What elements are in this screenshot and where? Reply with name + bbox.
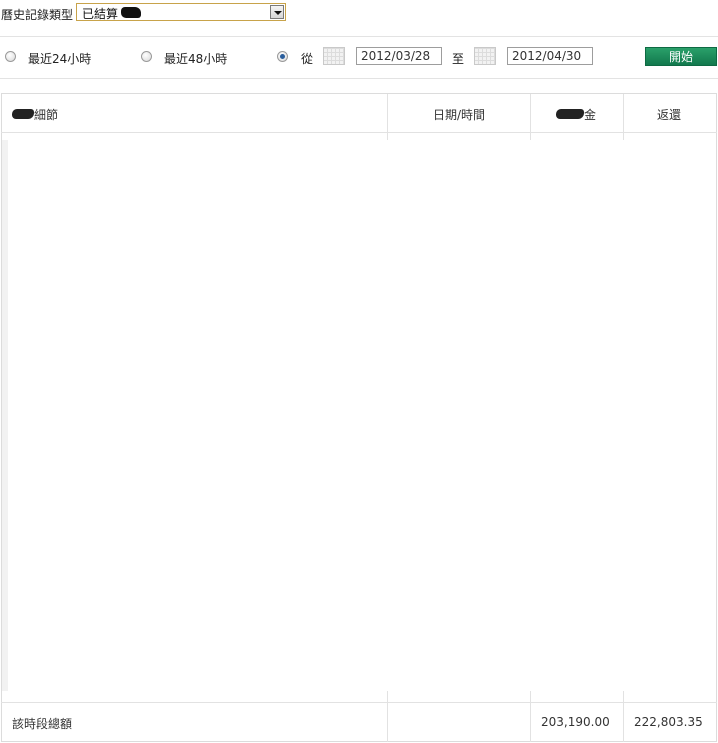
calendar-icon[interactable] bbox=[474, 47, 496, 65]
last-48h-label: 最近48小時 bbox=[164, 52, 228, 66]
history-type-label: 曆史記錄類型 bbox=[1, 8, 74, 22]
footer-total-amount: 203,190.00 bbox=[541, 715, 610, 729]
footer-total-returned: 222,803.35 bbox=[634, 715, 703, 729]
to-label: 至 bbox=[452, 52, 465, 66]
divider bbox=[0, 78, 718, 79]
history-type-selected-value: 已結算 bbox=[82, 7, 119, 21]
column-divider bbox=[387, 94, 388, 140]
last-24h-label: 最近24小時 bbox=[28, 52, 92, 66]
redaction-mark bbox=[556, 109, 584, 119]
from-label: 從 bbox=[301, 52, 314, 66]
redaction-mark bbox=[121, 7, 141, 18]
redaction-mark bbox=[12, 109, 34, 119]
history-type-select[interactable]: 已結算 bbox=[76, 3, 286, 21]
column-divider bbox=[530, 691, 531, 742]
radio-last-24h[interactable] bbox=[5, 51, 16, 62]
start-date-field[interactable]: 2012/03/28 bbox=[356, 47, 442, 65]
column-divider bbox=[530, 94, 531, 140]
footer-total-label: 該時段總額 bbox=[12, 717, 73, 731]
column-divider bbox=[623, 691, 624, 742]
column-header-detail: 細節 bbox=[34, 108, 59, 122]
table-body bbox=[8, 140, 710, 691]
column-divider bbox=[387, 691, 388, 742]
end-date-field[interactable]: 2012/04/30 bbox=[507, 47, 593, 65]
chevron-down-icon[interactable] bbox=[270, 5, 284, 19]
radio-last-48h[interactable] bbox=[141, 51, 152, 62]
radio-custom-range[interactable] bbox=[277, 51, 288, 62]
table-footer-divider bbox=[1, 702, 717, 703]
column-divider bbox=[623, 94, 624, 140]
start-button[interactable]: 開始 bbox=[645, 47, 717, 66]
divider bbox=[0, 36, 718, 37]
table-header-divider bbox=[1, 132, 717, 133]
column-header-amount: 金 bbox=[584, 108, 597, 122]
column-header-return: 返還 bbox=[657, 108, 682, 122]
calendar-icon[interactable] bbox=[323, 47, 345, 65]
column-header-datetime: 日期/時間 bbox=[433, 108, 486, 122]
